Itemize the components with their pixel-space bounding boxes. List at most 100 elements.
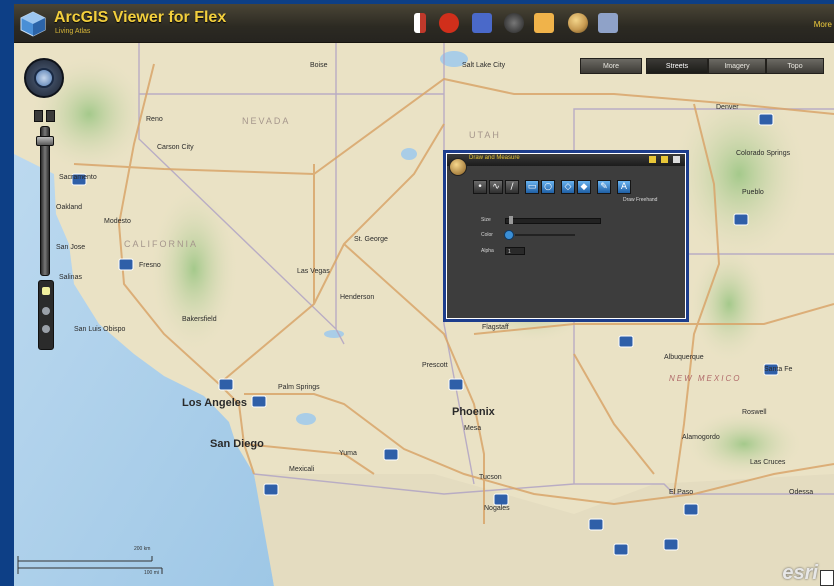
- basemap-streets[interactable]: [14, 4, 834, 586]
- map-label: San Luis Obispo: [74, 326, 126, 333]
- attribution-icon[interactable]: [820, 570, 834, 586]
- freehand-tool-icon[interactable]: ✎: [597, 180, 611, 194]
- map-label: Santa Fe: [764, 366, 793, 373]
- polyline-tool-icon-glyph: ∿: [492, 182, 500, 192]
- close-icon[interactable]: [673, 156, 680, 163]
- next-extent-icon[interactable]: [46, 110, 55, 122]
- map-label: Mesa: [464, 425, 482, 432]
- polyline-tool-icon[interactable]: ∿: [489, 180, 503, 194]
- tool-hint: Draw Freehand: [623, 197, 658, 203]
- map-label: Mexicali: [289, 466, 315, 473]
- rectangle-tool-icon-glyph: ▭: [527, 182, 537, 192]
- header-more-link[interactable]: More: [814, 20, 832, 29]
- text-tool-icon[interactable]: A: [617, 180, 631, 194]
- point-tool-icon-glyph: •: [477, 182, 483, 192]
- search-icon[interactable]: [504, 13, 524, 33]
- zoom-in-tool-icon[interactable]: [42, 307, 50, 315]
- app-subtitle: Living Atlas: [55, 28, 91, 35]
- print-icon[interactable]: [598, 13, 618, 33]
- polygon-tool-icon-glyph: ◆: [580, 182, 588, 192]
- map-label: Salt Lake City: [462, 62, 506, 69]
- ellipse-tool-icon-glyph: ◇: [564, 182, 572, 192]
- map-label: Denver: [716, 104, 739, 111]
- map-label: Las Cruces: [750, 459, 786, 466]
- line-tool-icon[interactable]: /: [505, 180, 519, 194]
- map-label: UTAH: [469, 130, 501, 140]
- map-label: Pueblo: [742, 189, 764, 196]
- scale-label-km: 200 km: [134, 546, 151, 552]
- point-tool-icon[interactable]: •: [473, 180, 487, 194]
- map-label: Colorado Springs: [736, 150, 791, 157]
- bookmark-icon[interactable]: [414, 13, 426, 33]
- arcgis-logo-icon: [20, 11, 46, 37]
- map-label: NEW MEXICO: [669, 374, 742, 383]
- size-label: Size: [481, 217, 491, 223]
- ellipse-tool-icon[interactable]: ◇: [561, 180, 575, 194]
- previous-extent-icon[interactable]: [34, 110, 43, 122]
- map-label: CALIFORNIA: [124, 239, 199, 249]
- map-label: Carson City: [157, 144, 194, 151]
- map-label: St. George: [354, 236, 388, 243]
- size-slider-thumb[interactable]: [508, 216, 513, 224]
- rectangle-tool-icon[interactable]: ▭: [525, 180, 539, 194]
- color-slider[interactable]: [515, 234, 575, 236]
- map-label: Fresno: [139, 262, 161, 269]
- maximize-icon[interactable]: [661, 156, 668, 163]
- map-label: Nogales: [484, 505, 510, 512]
- circle-tool-icon-glyph: ○: [544, 182, 552, 192]
- freehand-tool-icon-glyph: ✎: [600, 182, 608, 192]
- alpha-stepper[interactable]: 1: [505, 247, 525, 255]
- scale-bar: 200 km 100 mi: [14, 546, 174, 576]
- draw-measure-widget: Draw and Measure • ∿ / ▭ ○ ◇ ◆ ✎ A Draw Freehand…: [443, 150, 689, 322]
- map-label: Roswell: [742, 409, 767, 416]
- basemap-button-imagery[interactable]: Imagery: [708, 58, 766, 74]
- polygon-tool-icon[interactable]: ◆: [577, 180, 591, 194]
- map-label: Los Angeles: [182, 397, 247, 409]
- map-label: NEVADA: [242, 116, 291, 126]
- draw-globe-icon: [449, 158, 467, 176]
- scale-label-mi: 100 mi: [144, 570, 160, 576]
- color-picker[interactable]: [504, 230, 514, 240]
- basemap-button-topo[interactable]: Topo: [766, 58, 824, 74]
- map-label: Phoenix: [452, 406, 495, 418]
- size-slider[interactable]: [505, 218, 601, 224]
- zoom-slider[interactable]: [40, 126, 50, 276]
- minimize-icon[interactable]: [649, 156, 656, 163]
- map-label: Albuquerque: [664, 354, 704, 361]
- map-label: Las Vegas: [297, 268, 330, 275]
- map-viewer[interactable]: Boise Salt Lake City Reno Carson City NEVADA…: [14, 4, 834, 586]
- navigation-panel: [14, 52, 74, 352]
- nav-tools: [38, 280, 54, 350]
- folder-icon[interactable]: [534, 13, 554, 33]
- alpha-label: Alpha: [481, 248, 494, 254]
- zoom-slider-thumb[interactable]: [36, 136, 54, 146]
- full-extent-icon[interactable]: [34, 68, 54, 88]
- map-label: Modesto: [104, 218, 131, 225]
- draw-globe-icon[interactable]: [568, 13, 588, 33]
- color-label: Color: [481, 232, 493, 238]
- record-icon[interactable]: [439, 13, 459, 33]
- zoom-out-tool-icon[interactable]: [42, 325, 50, 333]
- app-header: ArcGIS Viewer for Flex Living Atlas More: [14, 4, 834, 43]
- map-label: Palm Springs: [278, 384, 320, 391]
- map-label: Odessa: [789, 489, 814, 496]
- line-tool-icon-glyph: /: [510, 182, 514, 192]
- map-label: San Diego: [210, 438, 264, 450]
- legend-icon[interactable]: [472, 13, 492, 33]
- widget-title: Draw and Measure: [469, 155, 520, 161]
- map-label: Flagstaff: [482, 324, 509, 331]
- basemap-button-more[interactable]: More: [580, 58, 642, 74]
- widget-titlebar[interactable]: Draw and Measure: [447, 154, 685, 166]
- map-label: Tucson: [479, 474, 502, 481]
- map-label: Henderson: [340, 294, 375, 301]
- basemap-button-streets[interactable]: Streets: [646, 58, 708, 74]
- esri-logo: esri: [782, 562, 818, 584]
- map-label: Prescott: [422, 362, 448, 369]
- map-label: El Paso: [669, 489, 694, 496]
- pan-tool-icon[interactable]: [42, 287, 50, 295]
- circle-tool-icon[interactable]: ○: [541, 180, 555, 194]
- map-label: Boise: [310, 62, 328, 69]
- map-label: Yuma: [339, 450, 357, 457]
- app-title: ArcGIS Viewer for Flex: [54, 9, 227, 26]
- text-tool-icon-glyph: A: [620, 182, 628, 192]
